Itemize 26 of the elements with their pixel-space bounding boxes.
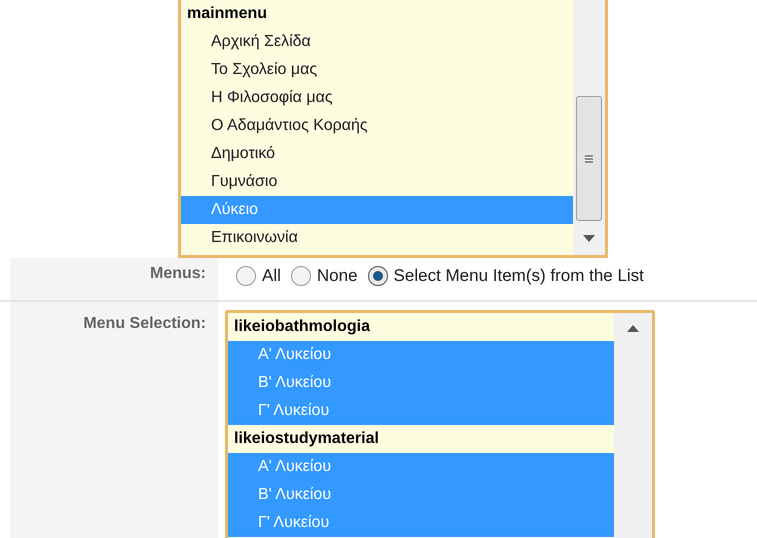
list-group-header: likeiostudymaterial bbox=[233, 429, 380, 449]
menu-selection-label: Menu Selection: bbox=[10, 302, 218, 538]
menu-selection-listbox[interactable]: likeiobathmologia Α' Λυκείου Β' Λυκείου Γ' Λυκείου likeiostudymaterial Α' Λυκείου Β' Λυκείου Γ' Λυκείου bbox=[225, 310, 655, 538]
scrollbar[interactable] bbox=[573, 0, 605, 255]
grip-icon bbox=[584, 154, 594, 164]
list-option[interactable]: Αρχική Σελίδα bbox=[181, 28, 573, 56]
radio-label: None bbox=[316, 265, 358, 288]
list-option[interactable]: Ο Αδαμάντιος Κοραής bbox=[181, 112, 573, 140]
list-option[interactable]: Το Σχολείο μας bbox=[181, 56, 573, 84]
radio-label: Select Menu Item(s) from the List bbox=[394, 265, 644, 288]
list-option[interactable]: Επικοινωνία bbox=[181, 224, 573, 252]
list-option[interactable]: Γυμνάσιο bbox=[181, 168, 573, 196]
up-arrow-icon bbox=[627, 325, 639, 332]
menu-listbox[interactable]: mainmenu Αρχική Σελίδα Το Σχολείο μας Η Φιλοσοφία μας Ο Αδαμάντιος Κοραής Δημοτικό Γυμνάσιο Λύκειο Επικοινωνία bbox=[178, 0, 608, 258]
list-option[interactable]: Δημοτικό bbox=[181, 140, 573, 168]
down-arrow-icon bbox=[583, 235, 595, 242]
list-group-header: mainmenu bbox=[186, 4, 268, 24]
list-option[interactable]: Η Φιλοσοφία μας bbox=[181, 84, 573, 112]
scrollbar[interactable] bbox=[614, 313, 652, 538]
menus-label: Menus: bbox=[10, 258, 218, 300]
radio-button[interactable] bbox=[290, 266, 311, 286]
radio-button[interactable] bbox=[368, 266, 388, 286]
scrollbar-thumb[interactable] bbox=[576, 96, 602, 221]
radio-label: All bbox=[262, 265, 281, 288]
list-group-header: likeiobathmologia bbox=[233, 317, 372, 337]
radio-button[interactable] bbox=[236, 266, 256, 286]
